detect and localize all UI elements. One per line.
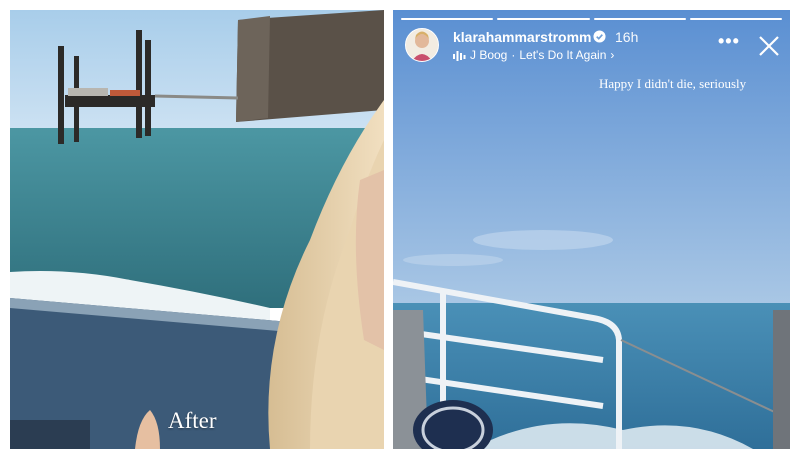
music-song: Let's Do It Again bbox=[519, 48, 607, 62]
story-text-caption: Happy I didn't die, seriously bbox=[599, 76, 747, 91]
music-bars-icon bbox=[453, 50, 466, 61]
story-username[interactable]: klarahammarstromm bbox=[453, 29, 592, 45]
avatar-image bbox=[406, 29, 438, 61]
left-photo-scene bbox=[10, 10, 384, 449]
avatar[interactable] bbox=[405, 28, 439, 62]
more-options-icon[interactable]: ••• bbox=[718, 32, 740, 50]
progress-segment bbox=[593, 18, 686, 20]
story-music[interactable]: J Boog · Let's Do It Again › bbox=[453, 48, 614, 62]
close-icon[interactable] bbox=[757, 34, 781, 58]
story-panel[interactable]: klarahammarstromm 16h J Boog · Let's Do … bbox=[393, 10, 790, 449]
left-photo-panel: After bbox=[10, 10, 384, 449]
music-separator: · bbox=[511, 48, 516, 62]
verified-badge-icon bbox=[593, 30, 606, 43]
progress-segment bbox=[497, 18, 590, 20]
progress-segment bbox=[401, 18, 494, 20]
story-progress-bar bbox=[401, 18, 782, 20]
progress-segment bbox=[689, 18, 782, 20]
music-artist: J Boog bbox=[470, 48, 508, 62]
story-time-ago: 16h bbox=[615, 29, 639, 45]
after-caption: After bbox=[168, 408, 217, 433]
chevron-right-icon: › bbox=[610, 48, 615, 62]
